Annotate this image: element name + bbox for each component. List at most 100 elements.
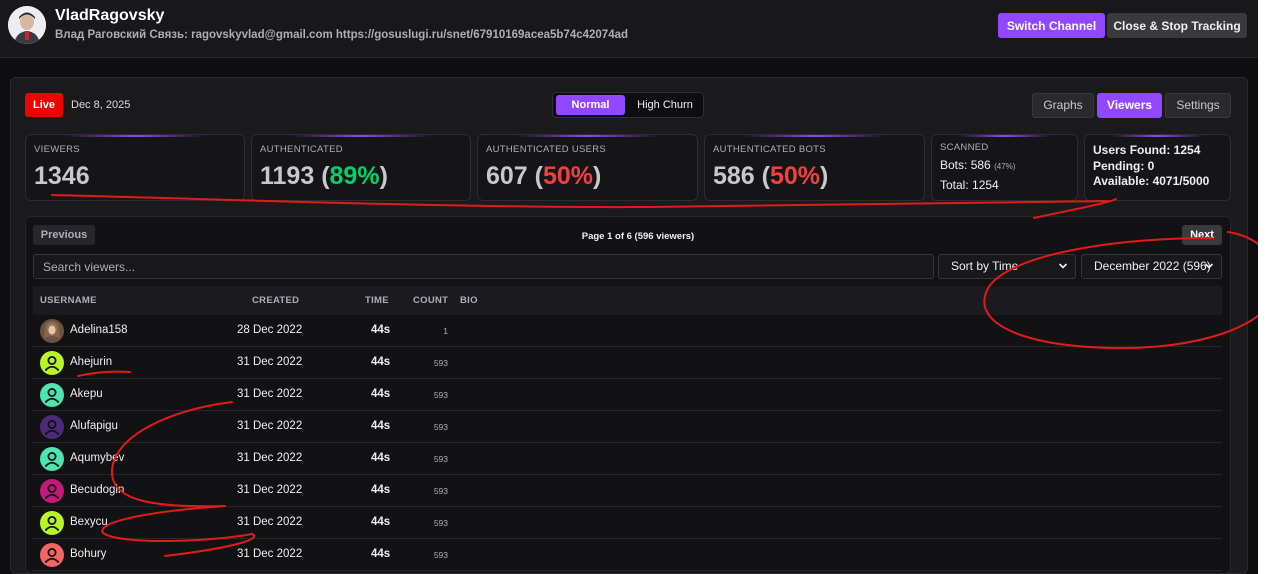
row-username[interactable]: Bexycu — [70, 516, 108, 528]
scanned-total: Total: 1254 — [940, 178, 999, 192]
tab-viewers[interactable]: Viewers — [1097, 93, 1162, 118]
user-icon — [40, 511, 64, 535]
row-count: 1 — [443, 326, 448, 336]
scanned-bots: Bots: 586 (47%) — [940, 158, 1016, 172]
tab-settings[interactable]: Settings — [1165, 93, 1231, 118]
month-select[interactable]: December 2022 (596) — [1081, 254, 1222, 279]
column-created[interactable]: CREATED — [252, 295, 299, 306]
sort-select-value: Sort by Time — [951, 259, 1019, 273]
table-row[interactable]: Becudogin 31 Dec 2022 44s 593 — [33, 475, 1222, 507]
row-created: 31 Dec 2022 — [237, 388, 303, 400]
stat-percent: 50% — [543, 162, 594, 190]
user-icon — [40, 447, 64, 471]
row-time: 44s — [371, 484, 391, 496]
user-icon — [40, 351, 64, 375]
row-time: 44s — [371, 516, 391, 528]
row-created: 31 Dec 2022 — [237, 484, 303, 496]
stat-percent: 50% — [770, 162, 821, 190]
switch-channel-button[interactable]: Switch Channel — [998, 13, 1105, 38]
row-username[interactable]: Bohury — [70, 548, 106, 560]
row-created: 31 Dec 2022 — [237, 548, 303, 560]
column-count[interactable]: COUNT — [413, 295, 448, 306]
pending-count: Pending: 0 — [1093, 159, 1155, 173]
row-time: 44s — [371, 388, 391, 400]
stat-card-users-found: Users Found: 1254 Pending: 0 Available: … — [1084, 134, 1231, 201]
channel-subtitle: Влад Раговский Связь: ragovskyvlad@gmail… — [55, 29, 629, 41]
available-count: Available: 4071/5000 — [1093, 174, 1210, 188]
sort-select[interactable]: Sort by Time — [938, 254, 1076, 279]
column-bio: BIO — [460, 295, 478, 306]
table-row[interactable]: Akepu 31 Dec 2022 44s 593 — [33, 379, 1222, 411]
stat-card-viewers: VIEWERS 1346 — [25, 134, 245, 201]
stat-label: AUTHENTICATED USERS — [486, 144, 607, 155]
stat-value: 1193 (89%) — [260, 162, 388, 190]
column-time[interactable]: TIME — [365, 295, 389, 306]
stat-value: 607 (50%) — [486, 162, 602, 190]
avatar — [40, 319, 64, 343]
table-row[interactable]: Aqumybev 31 Dec 2022 44s 593 — [33, 443, 1222, 475]
users-found: Users Found: 1254 — [1093, 143, 1201, 157]
stat-value: 1346 — [34, 162, 90, 190]
stat-label: AUTHENTICATED BOTS — [713, 144, 826, 155]
row-count: 593 — [433, 550, 448, 560]
stat-card-authenticated-users: AUTHENTICATED USERS 607 (50%) — [477, 134, 698, 201]
user-icon — [40, 383, 64, 407]
row-time: 44s — [371, 548, 391, 560]
row-created: 31 Dec 2022 — [237, 516, 303, 528]
row-username[interactable]: Alufapigu — [70, 420, 118, 432]
row-created: 31 Dec 2022 — [237, 420, 303, 432]
row-time: 44s — [371, 420, 391, 432]
stat-card-authenticated: AUTHENTICATED 1193 (89%) — [251, 134, 471, 201]
channel-name: VladRagovsky — [55, 7, 165, 24]
table-row[interactable]: Bohury 31 Dec 2022 44s 593 — [33, 539, 1222, 571]
row-created: 31 Dec 2022 — [237, 356, 303, 368]
stat-label: SCANNED — [940, 142, 989, 153]
stat-card-scanned: SCANNED Bots: 586 (47%) Total: 1254 — [931, 134, 1078, 201]
row-username[interactable]: Ahejurin — [70, 356, 112, 368]
stat-label: VIEWERS — [34, 144, 80, 155]
row-created: 31 Dec 2022 — [237, 452, 303, 464]
table-row[interactable]: Adelina158 28 Dec 2022 44s 1 — [33, 315, 1222, 347]
chevron-down-icon — [1058, 263, 1068, 269]
row-count: 593 — [433, 422, 448, 432]
row-username[interactable]: Becudogin — [70, 484, 124, 496]
search-viewers-input[interactable] — [33, 254, 934, 279]
mode-normal-button[interactable]: Normal — [556, 95, 625, 115]
row-time: 44s — [371, 356, 391, 368]
month-select-value: December 2022 (596) — [1094, 259, 1211, 273]
row-time: 44s — [371, 324, 391, 336]
stat-percent: 89% — [329, 162, 380, 190]
table-row[interactable]: Alufapigu 31 Dec 2022 44s 593 — [33, 411, 1222, 443]
current-date: Dec 8, 2025 — [71, 99, 131, 111]
stat-label: AUTHENTICATED — [260, 144, 343, 155]
row-username[interactable]: Akepu — [70, 388, 103, 400]
row-created: 28 Dec 2022 — [237, 324, 303, 336]
table-row[interactable]: Bexycu 31 Dec 2022 44s 593 — [33, 507, 1222, 539]
row-time: 44s — [371, 452, 391, 464]
row-count: 593 — [433, 486, 448, 496]
close-stop-tracking-button[interactable]: Close & Stop Tracking — [1107, 13, 1247, 38]
user-icon — [40, 543, 64, 567]
user-icon — [40, 415, 64, 439]
channel-avatar — [8, 6, 46, 44]
next-page-button[interactable]: Next — [1182, 225, 1222, 245]
row-username[interactable]: Adelina158 — [70, 324, 128, 336]
stat-value: 586 (50%) — [713, 162, 829, 190]
table-row[interactable]: Ahejurin 31 Dec 2022 44s 593 — [33, 347, 1222, 379]
row-count: 593 — [433, 390, 448, 400]
user-icon — [40, 479, 64, 503]
tab-graphs[interactable]: Graphs — [1032, 93, 1094, 118]
row-username[interactable]: Aqumybev — [70, 452, 124, 464]
page-edge — [1258, 0, 1280, 574]
mode-toggle: Normal High Churn — [552, 92, 704, 118]
column-username[interactable]: USERNAME — [40, 295, 97, 306]
stat-card-authenticated-bots: AUTHENTICATED BOTS 586 (50%) — [704, 134, 925, 201]
app-root: VladRagovsky Влад Раговский Связь: ragov… — [0, 0, 1280, 574]
row-count: 593 — [433, 454, 448, 464]
page-info: Page 1 of 6 (596 viewers) — [581, 231, 695, 242]
chevron-down-icon — [1204, 263, 1214, 269]
row-count: 593 — [433, 518, 448, 528]
row-count: 593 — [433, 358, 448, 368]
mode-high-churn-button[interactable]: High Churn — [629, 95, 701, 115]
table-header: USERNAME CREATED TIME COUNT BIO — [33, 286, 1222, 315]
